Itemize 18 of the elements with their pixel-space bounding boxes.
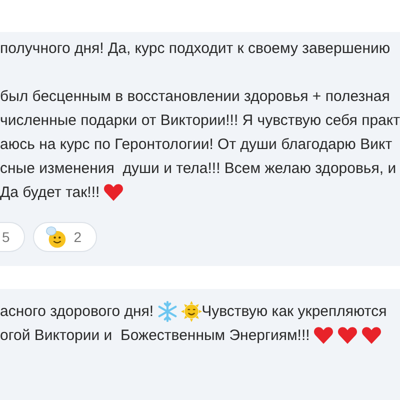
snowflake-icon <box>156 300 178 322</box>
comment-text: сные изменения души и тела!!! Всем желаю здоровья, и <box>0 160 396 176</box>
reaction-button[interactable]: 5 <box>0 222 25 252</box>
comment-text: был бесценным в восстановлении здоровья + полезная <box>0 88 390 104</box>
comment-text: получного дня! Да, курс подходит к своему завершению <box>0 40 390 56</box>
comment-text: Чувствую как укрепляются <box>202 302 387 320</box>
heart-icon <box>312 324 334 346</box>
heart-icon <box>336 324 358 346</box>
smiley-icon <box>44 225 68 249</box>
comment-text: Да будет так!!! <box>0 184 100 200</box>
comment-text: численные подарки от Виктории!!! Я чувствую себя практ <box>0 112 400 128</box>
reaction-button[interactable]: 2 <box>32 222 97 252</box>
comment-text: огой Виктории и Божественным Энергиям!!! <box>0 326 310 344</box>
heart-icon <box>102 182 124 202</box>
comment-text: асного здорового дня! <box>0 302 154 320</box>
comment-text: аюсь на курс по Геронтологии! От души благодарю Викт <box>0 136 392 152</box>
heart-icon <box>360 324 382 346</box>
smiling-sun-icon <box>180 300 202 322</box>
